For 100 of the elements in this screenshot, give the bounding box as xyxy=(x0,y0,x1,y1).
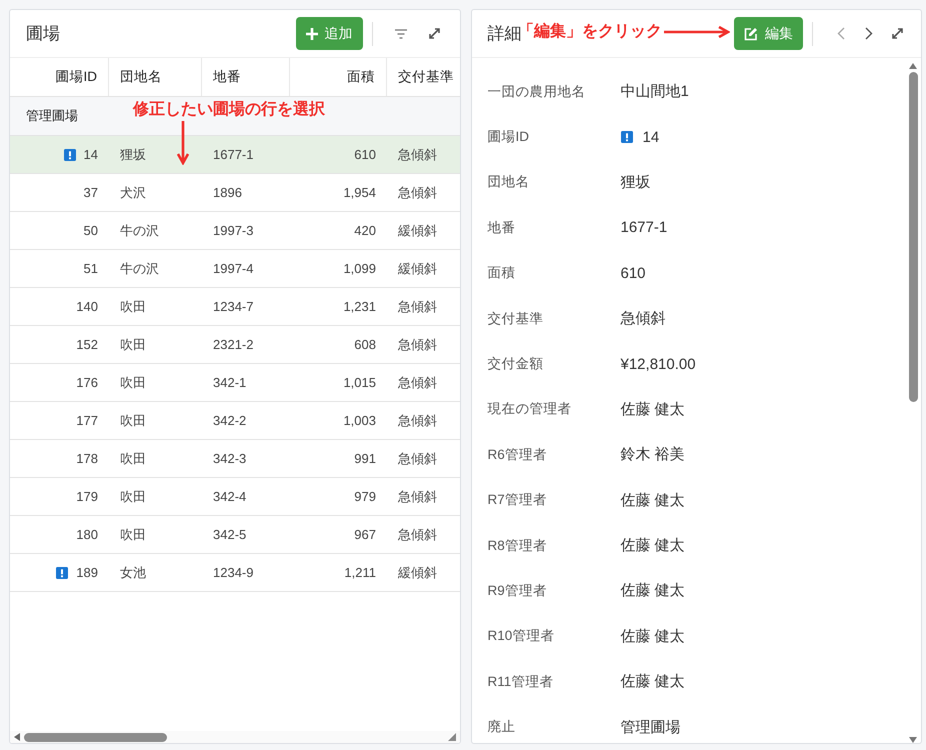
field-value: 管理圃場 xyxy=(620,718,680,737)
table-cell: 急傾斜 xyxy=(398,412,437,430)
table-cell: 急傾斜 xyxy=(398,450,437,468)
table-cell: 37 xyxy=(84,185,98,200)
table-cell: 吹田 xyxy=(120,526,146,544)
table-cell: 1997-4 xyxy=(213,261,254,276)
field-value: 狸坂 xyxy=(620,172,650,192)
field-value: ¥12,810.00 xyxy=(620,356,696,373)
table-cell: 610 xyxy=(354,147,376,162)
arrow-icon xyxy=(664,26,730,38)
next-icon[interactable] xyxy=(865,27,873,40)
table-cell: 犬沢 xyxy=(120,184,146,202)
field-label: 圃場ID xyxy=(488,128,530,146)
scroll-down-icon[interactable] xyxy=(909,737,917,743)
table-cell: 1234-9 xyxy=(213,565,254,580)
table-cell: 吹田 xyxy=(120,412,146,430)
table-cell: 51 xyxy=(84,261,98,276)
table-cell: 179 xyxy=(76,489,98,504)
table-cell: 1896 xyxy=(213,185,242,200)
table-row[interactable]: 14 狸坂 1677-1 610 急傾斜 xyxy=(10,136,460,174)
column-header[interactable]: 面積 xyxy=(290,58,387,96)
table-cell: 吹田 xyxy=(120,374,146,392)
table-cell: 緩傾斜 xyxy=(398,260,437,278)
table-cell: 2321-2 xyxy=(213,337,254,352)
field-value: 佐藤 健太 xyxy=(620,490,685,510)
filter-icon[interactable] xyxy=(394,28,406,38)
table-cell: 189 xyxy=(76,565,98,580)
column-header[interactable]: 地番 xyxy=(202,58,290,96)
scroll-left-icon[interactable] xyxy=(14,733,20,741)
field-label: R10管理者 xyxy=(488,627,556,646)
table-cell: 176 xyxy=(76,375,98,390)
table-cell: 牛の沢 xyxy=(120,260,159,278)
column-header[interactable]: 圃場ID xyxy=(10,58,109,96)
expand-icon[interactable] xyxy=(890,27,904,40)
field-value: 佐藤 健太 xyxy=(620,536,685,556)
field-label: 一団の農用地名 xyxy=(488,82,586,101)
table-cell: 1,003 xyxy=(343,413,376,428)
expand-icon[interactable] xyxy=(428,27,441,40)
table-cell: 14 xyxy=(84,147,98,162)
field-label: R7管理者 xyxy=(488,491,548,510)
table-cell: 979 xyxy=(354,489,376,504)
previous-icon[interactable] xyxy=(837,27,845,40)
field-label: 面積 xyxy=(488,264,516,282)
panel-title: 詳細 xyxy=(488,23,522,45)
table-cell: 急傾斜 xyxy=(398,336,437,354)
field-label: 交付金額 xyxy=(488,355,544,374)
table-cell: 吹田 xyxy=(120,488,146,506)
field-value: 中山間地1 xyxy=(620,82,689,102)
field-value: 急傾斜 xyxy=(620,309,666,328)
field-value: 鈴木 裕美 xyxy=(620,445,685,464)
field-label: 団地名 xyxy=(488,173,530,192)
table-cell: 420 xyxy=(354,223,376,238)
table-cell: 急傾斜 xyxy=(398,146,437,164)
table-cell: 967 xyxy=(354,527,376,542)
table-cell: 342-5 xyxy=(213,527,246,542)
field-value: 佐藤 健太 xyxy=(620,400,685,419)
table-cell: 991 xyxy=(354,451,376,466)
field-label: 交付基準 xyxy=(488,310,544,328)
table-cell: 牛の沢 xyxy=(120,222,159,240)
field-value: 佐藤 健太 xyxy=(620,626,685,646)
field-label: 現在の管理者 xyxy=(488,400,572,418)
table-cell: 狸坂 xyxy=(120,146,146,164)
field-value: 佐藤 健太 xyxy=(620,672,685,692)
table-cell: 1,015 xyxy=(343,375,376,390)
table-cell: 吹田 xyxy=(120,298,146,316)
field-value: 佐藤 健太 xyxy=(620,581,685,600)
table-cell: 女池 xyxy=(120,564,146,582)
table-cell: 急傾斜 xyxy=(398,488,437,506)
field-label: R6管理者 xyxy=(488,446,548,464)
table-cell: 吹田 xyxy=(120,450,146,468)
column-header[interactable]: 団地名 xyxy=(109,58,202,96)
plus-icon xyxy=(306,28,318,40)
table-cell: 342-4 xyxy=(213,489,246,504)
table-cell: 1997-3 xyxy=(213,223,254,238)
table-cell: 緩傾斜 xyxy=(398,564,437,582)
scrollbar-thumb[interactable] xyxy=(908,72,918,402)
table-cell: 180 xyxy=(76,527,98,542)
edit-icon xyxy=(744,26,758,40)
scroll-up-icon[interactable] xyxy=(909,63,917,69)
arrow-icon xyxy=(177,121,189,165)
table-cell: 140 xyxy=(76,299,98,314)
table-cell: 急傾斜 xyxy=(398,184,437,202)
table-cell: 1,099 xyxy=(343,261,376,276)
table-cell: 急傾斜 xyxy=(398,374,437,392)
resize-corner-icon[interactable] xyxy=(448,733,456,741)
annotation-text: 修正したい圃場の行を選択 xyxy=(133,100,325,120)
table-cell: 50 xyxy=(84,223,98,238)
table-cell: 178 xyxy=(76,451,98,466)
table-cell: 608 xyxy=(354,337,376,352)
table-cell: 1,231 xyxy=(343,299,376,314)
scrollbar-thumb[interactable] xyxy=(24,732,167,742)
field-value: 14 xyxy=(642,128,660,146)
field-label: 地番 xyxy=(488,218,516,237)
field-label: 廃止 xyxy=(488,718,516,736)
table-cell: 急傾斜 xyxy=(398,298,437,316)
field-value: 1677-1 xyxy=(620,219,668,236)
table-cell: 177 xyxy=(76,413,98,428)
table-cell: 1,954 xyxy=(343,185,376,200)
table-cell: 342-2 xyxy=(213,413,246,428)
field-value: 610 xyxy=(620,264,646,282)
